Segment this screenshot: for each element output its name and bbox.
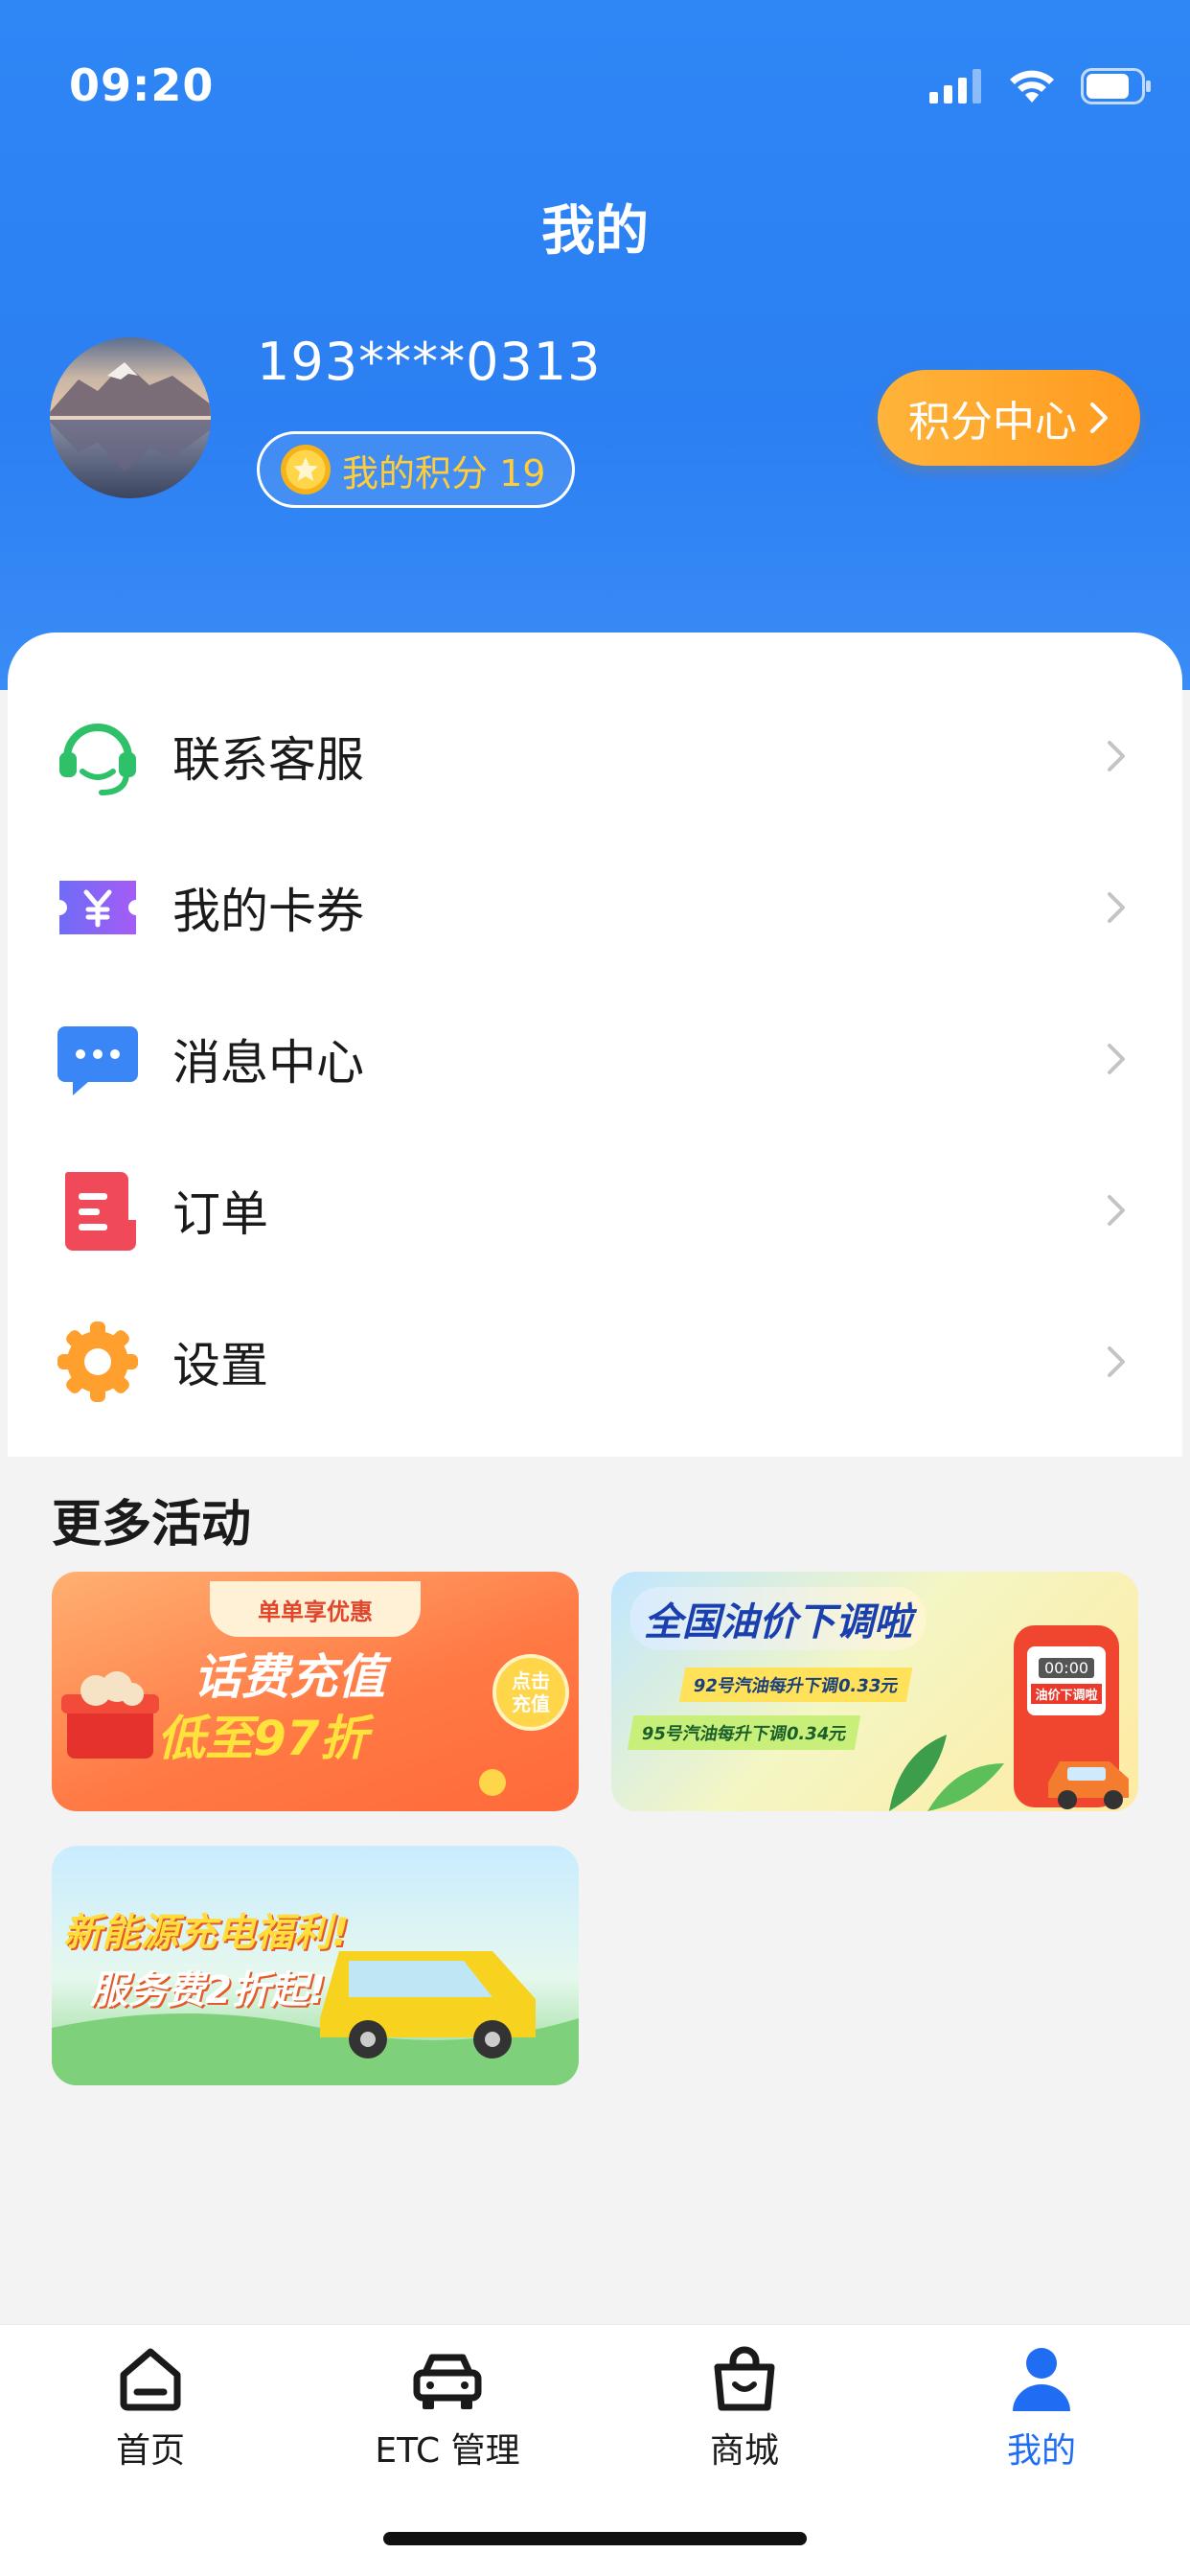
car-icon	[1048, 1761, 1129, 1809]
promo-tag: 单单享优惠	[210, 1581, 421, 1637]
headset-icon	[54, 712, 142, 800]
leaf-icon	[889, 1735, 1004, 1811]
menu-item-customer-service[interactable]: 联系客服	[8, 680, 1182, 832]
chevron-right-icon	[1108, 1346, 1125, 1377]
avatar-image	[50, 337, 211, 498]
chevron-right-icon	[1108, 1044, 1125, 1074]
message-icon	[54, 1015, 142, 1103]
menu-item-orders[interactable]: 订单	[8, 1135, 1182, 1286]
promo-subheadline: 低至97折	[157, 1711, 368, 1766]
points-center-label: 积分中心	[908, 398, 1077, 447]
coin-icon	[479, 1769, 506, 1796]
promo-tag-text: 单单享优惠	[258, 1598, 373, 1625]
fuel-line-92: 92号汽油每升下调0.33元	[678, 1668, 913, 1702]
phone-number: 193****0313	[257, 332, 602, 392]
gift-box-icon	[61, 1671, 159, 1759]
page-title: 我的	[541, 200, 649, 263]
star-coin-icon	[281, 445, 331, 494]
tab-mall[interactable]: 商城	[596, 2342, 893, 2472]
home-indicator	[383, 2532, 807, 2545]
fuel-line-92-text: 92号汽油每升下调0.33元	[691, 1676, 901, 1696]
menu-label: 设置	[172, 1338, 268, 1393]
menu-label: 消息中心	[172, 1035, 364, 1091]
status-time: 09:20	[69, 59, 215, 111]
fuel-title-banner: 全国油价下调啦	[630, 1587, 926, 1650]
profile-icon	[1013, 2348, 1070, 2411]
promo-fuel-price[interactable]: 全国油价下调啦 92号汽油每升下调0.33元 95号汽油每升下调0.34元 00…	[611, 1572, 1138, 1811]
menu-label: 我的卡券	[172, 884, 364, 939]
ev-subheadline: 服务费2折起!	[90, 1968, 327, 2012]
section-title: 更多活动	[52, 1496, 252, 1553]
avatar[interactable]	[50, 337, 211, 498]
tab-label: 商城	[709, 2431, 779, 2471]
menu-item-coupons[interactable]: 我的卡券	[8, 832, 1182, 983]
status-icons	[929, 67, 1152, 105]
chevron-right-icon	[1108, 1195, 1125, 1226]
home-icon	[120, 2348, 181, 2411]
signal-icon	[929, 69, 981, 104]
promo-phone-recharge[interactable]: 单单享优惠 话费充值 低至97折 点击充值	[52, 1572, 579, 1811]
chevron-right-icon	[1090, 402, 1108, 433]
tab-home[interactable]: 首页	[2, 2342, 299, 2472]
fuel-title: 全国油价下调啦	[644, 1600, 912, 1644]
tab-label: 我的	[1006, 2431, 1076, 2471]
coupon-icon	[54, 863, 142, 952]
wifi-icon	[1010, 70, 1054, 103]
promo-headline: 话费充值	[194, 1649, 385, 1705]
menu-item-message-center[interactable]: 消息中心	[8, 983, 1182, 1135]
ev-headline: 新能源充电福利!	[63, 1911, 350, 1955]
pump-display: 00:00	[1038, 1658, 1095, 1678]
gear-icon	[54, 1318, 142, 1406]
recharge-cta[interactable]: 点击充值	[492, 1654, 569, 1731]
promo-ev-charging[interactable]: 新能源充电福利! 服务费2折起!	[52, 1846, 579, 2085]
menu-label: 联系客服	[172, 732, 364, 788]
car-icon	[413, 2354, 482, 2409]
recharge-cta-label: 点击充值	[512, 1669, 550, 1715]
menu-label: 订单	[172, 1186, 268, 1242]
tab-label: 首页	[115, 2431, 185, 2471]
my-points-badge[interactable]: 我的积分 19	[257, 431, 575, 508]
menu-item-settings[interactable]: 设置	[8, 1286, 1182, 1438]
points-center-button[interactable]: 积分中心	[878, 370, 1140, 466]
order-icon	[54, 1166, 142, 1254]
fuel-line-95: 95号汽油每升下调0.34元	[627, 1715, 861, 1750]
shopping-bag-icon	[714, 2346, 775, 2411]
pump-label: 油价下调啦	[1031, 1684, 1102, 1704]
fuel-line-95-text: 95号汽油每升下调0.34元	[639, 1724, 849, 1744]
chevron-right-icon	[1108, 741, 1125, 771]
tab-etc-management[interactable]: ETC 管理	[299, 2342, 596, 2472]
battery-icon	[1081, 68, 1151, 104]
tab-mine[interactable]: 我的	[893, 2342, 1190, 2472]
menu-list: 联系客服 我的卡券 消息中心 订单 设置	[8, 632, 1182, 1457]
my-points-label: 我的积分 19	[342, 451, 546, 494]
chevron-right-icon	[1108, 892, 1125, 923]
tab-label: ETC 管理	[375, 2431, 520, 2471]
